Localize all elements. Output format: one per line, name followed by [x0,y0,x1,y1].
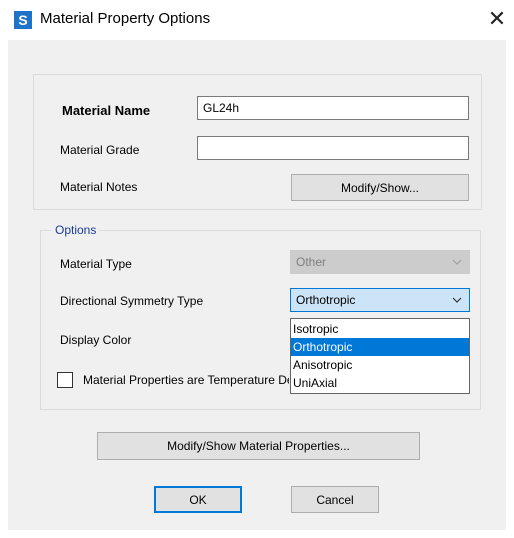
symmetry-type-value: Orthotropic [296,293,356,307]
title-bar: S Material Property Options ✕ [0,0,514,40]
symmetry-option-uniaxial[interactable]: UniAxial [291,374,469,392]
chevron-down-icon [452,259,462,265]
material-type-value: Other [296,255,327,269]
window-title: Material Property Options [40,10,211,27]
ok-button[interactable]: OK [154,486,242,513]
material-grade-input[interactable] [197,136,469,160]
close-icon[interactable]: ✕ [484,5,510,33]
display-color-label: Display Color [60,333,132,347]
symmetry-type-dropdown[interactable]: Orthotropic [290,288,470,312]
material-name-label: Material Name [62,103,151,118]
options-group-legend: Options [52,223,100,237]
symmetry-type-label: Directional Symmetry Type [60,294,204,308]
symmetry-option-isotropic[interactable]: Isotropic [291,320,469,338]
material-name-input[interactable] [197,96,469,120]
app-logo-icon: S [14,11,32,29]
material-type-label: Material Type [60,257,132,271]
material-type-dropdown: Other [290,250,470,274]
modify-show-material-properties-button[interactable]: Modify/Show Material Properties... [97,432,420,460]
material-notes-label: Material Notes [60,180,138,194]
symmetry-option-orthotropic[interactable]: Orthotropic [291,338,469,356]
modify-show-notes-button[interactable]: Modify/Show... [291,174,469,201]
material-grade-label: Material Grade [60,143,140,157]
cancel-button[interactable]: Cancel [291,486,379,513]
symmetry-type-options-list: Isotropic Orthotropic Anisotropic UniAxi… [290,318,470,394]
temperature-dependent-label: Material Properties are Temperature Depe… [83,373,289,387]
chevron-down-icon [452,297,462,303]
temperature-dependent-checkbox[interactable] [57,372,73,388]
symmetry-option-anisotropic[interactable]: Anisotropic [291,356,469,374]
